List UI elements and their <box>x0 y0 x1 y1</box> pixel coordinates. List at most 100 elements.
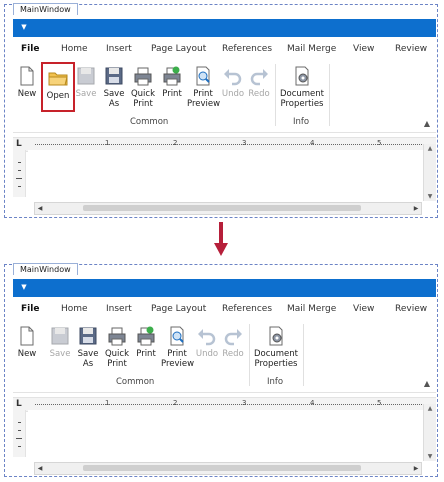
selection-guide-bottom <box>4 476 438 477</box>
ruler-tick <box>18 170 21 171</box>
print-preview-button[interactable]: Print Preview <box>161 322 194 372</box>
print-label: Print <box>162 89 182 99</box>
vertical-scrollbar[interactable]: ▲ ▼ <box>423 144 436 201</box>
undo-button[interactable]: Undo <box>221 62 245 112</box>
floppy-disk-icon <box>105 67 123 85</box>
folder-icon <box>48 72 68 86</box>
scroll-down-icon[interactable]: ▼ <box>424 193 436 200</box>
new-button[interactable]: New <box>15 62 39 112</box>
tab-stop-marker[interactable]: L <box>16 399 22 409</box>
new-label: New <box>17 89 37 99</box>
save-as-button[interactable]: Save As <box>75 322 101 372</box>
print-preview-label-line2: Preview <box>187 99 221 109</box>
tab-references[interactable]: References <box>222 44 272 54</box>
ruler-tick <box>18 446 21 447</box>
quick-access-bar: ▼ <box>13 19 436 37</box>
document-properties-label-line1: Document <box>279 89 325 99</box>
redo-arrow-icon <box>224 329 242 346</box>
floppy-disk-icon <box>79 327 97 345</box>
tab-file[interactable]: File <box>21 304 39 314</box>
save-as-label-line1: Save <box>77 349 99 359</box>
tab-page-layout[interactable]: Page Layout <box>151 44 206 54</box>
new-button[interactable]: New <box>15 322 39 372</box>
title-bar: MainWindow <box>4 263 438 275</box>
undo-button[interactable]: Undo <box>195 322 219 372</box>
scroll-left-icon[interactable]: ◀ <box>35 203 45 214</box>
quick-access-dropdown-icon[interactable]: ▼ <box>19 22 29 32</box>
magnifier-page-icon <box>196 66 210 86</box>
scroll-thumb[interactable] <box>83 465 361 471</box>
down-arrow-icon <box>214 222 228 258</box>
blank-page-icon <box>20 326 34 346</box>
document-area[interactable] <box>28 150 424 201</box>
tab-mail-merge[interactable]: Mail Merge <box>287 304 336 314</box>
scroll-left-icon[interactable]: ◀ <box>35 463 45 474</box>
printer-icon <box>163 66 181 86</box>
tab-page-layout[interactable]: Page Layout <box>151 304 206 314</box>
redo-label: Redo <box>248 89 270 99</box>
collapse-ribbon-icon[interactable]: ▲ <box>424 119 430 128</box>
undo-arrow-icon <box>198 329 216 346</box>
tab-stop-marker[interactable]: L <box>16 139 22 149</box>
redo-arrow-icon <box>250 69 268 86</box>
group-label-common: Common <box>116 377 155 387</box>
print-button[interactable]: Print <box>133 322 159 372</box>
floppy-disk-icon <box>77 67 95 85</box>
selection-guide-left <box>4 264 5 477</box>
horizontal-scrollbar[interactable]: ◀ ▶ <box>34 462 422 475</box>
tab-home[interactable]: Home <box>61 304 88 314</box>
save-button[interactable]: Save <box>47 322 73 372</box>
save-as-button[interactable]: Save As <box>101 62 127 112</box>
quick-print-label-line1: Quick <box>104 349 130 359</box>
vertical-scrollbar[interactable]: ▲ ▼ <box>423 404 436 461</box>
selection-guide-right <box>437 264 438 477</box>
printer-icon <box>108 327 126 346</box>
scroll-up-icon[interactable]: ▲ <box>424 145 436 152</box>
tab-review[interactable]: Review <box>395 44 427 54</box>
ruler-tick <box>18 162 21 163</box>
redo-button[interactable]: Redo <box>247 62 271 112</box>
print-preview-label-line1: Print <box>193 89 213 99</box>
quick-print-label-line2: Print <box>107 359 127 369</box>
open-button[interactable]: Open <box>41 62 75 112</box>
document-properties-button[interactable]: Document Properties <box>279 62 325 112</box>
tab-references[interactable]: References <box>222 304 272 314</box>
window-title: MainWindow <box>13 3 78 15</box>
main-window-after: MainWindow ▼ File Home Insert Page Layou… <box>4 263 438 477</box>
document-properties-button[interactable]: Document Properties <box>253 322 299 372</box>
scroll-up-icon[interactable]: ▲ <box>424 405 436 412</box>
quick-print-button[interactable]: Quick Print <box>129 62 157 112</box>
horizontal-scrollbar[interactable]: ◀ ▶ <box>34 202 422 215</box>
ruler-number: 5 <box>377 139 382 147</box>
scroll-thumb[interactable] <box>83 205 361 211</box>
ribbon-tabs: File Home Insert Page Layout References … <box>13 300 436 318</box>
scroll-right-icon[interactable]: ▶ <box>411 203 421 214</box>
tab-view[interactable]: View <box>353 44 374 54</box>
scroll-down-icon[interactable]: ▼ <box>424 453 436 460</box>
quick-access-dropdown-icon[interactable]: ▼ <box>19 282 29 292</box>
gear-document-icon <box>269 326 283 346</box>
vertical-ruler <box>13 410 26 457</box>
group-label-common: Common <box>130 117 169 127</box>
ruler-ticks <box>35 144 428 146</box>
tab-file[interactable]: File <box>21 44 39 54</box>
tab-mail-merge[interactable]: Mail Merge <box>287 44 336 54</box>
tab-review[interactable]: Review <box>395 304 427 314</box>
ruler-tick <box>18 186 21 187</box>
scroll-right-icon[interactable]: ▶ <box>411 463 421 474</box>
save-as-label-line2: As <box>108 99 120 109</box>
quick-print-button[interactable]: Quick Print <box>103 322 131 372</box>
tab-insert[interactable]: Insert <box>106 304 132 314</box>
quick-print-label-line1: Quick <box>130 89 156 99</box>
save-label: Save <box>75 89 97 99</box>
print-preview-button[interactable]: Print Preview <box>187 62 221 112</box>
tab-view[interactable]: View <box>353 304 374 314</box>
save-button[interactable]: Save <box>73 62 99 112</box>
redo-button[interactable]: Redo <box>221 322 245 372</box>
tab-insert[interactable]: Insert <box>106 44 132 54</box>
tab-home[interactable]: Home <box>61 44 88 54</box>
document-area[interactable] <box>28 410 424 461</box>
save-as-label-line2: As <box>82 359 94 369</box>
print-button[interactable]: Print <box>159 62 185 112</box>
collapse-ribbon-icon[interactable]: ▲ <box>424 379 430 388</box>
